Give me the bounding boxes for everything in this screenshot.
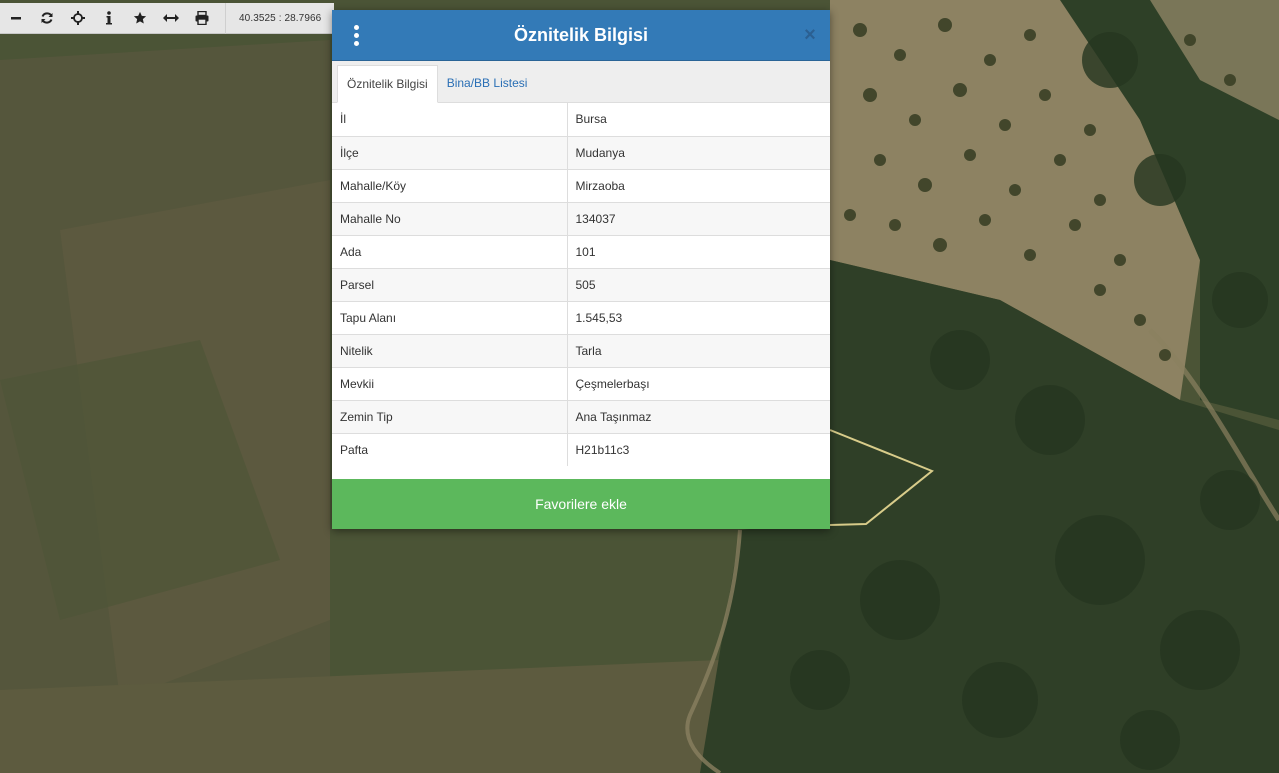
- table-row: Mahalle No 134037: [332, 201, 830, 235]
- row-key: İl: [332, 103, 568, 136]
- table-row: Tapu Alanı 1.545,53: [332, 300, 830, 334]
- row-key: Zemin Tip: [332, 399, 568, 433]
- add-to-favorites-button[interactable]: Favorilere ekle: [332, 479, 830, 529]
- refresh-button[interactable]: [31, 3, 62, 34]
- row-key: Parsel: [332, 267, 568, 301]
- table-row: İlçe Mudanya: [332, 135, 830, 169]
- measure-button[interactable]: [155, 3, 186, 34]
- row-value: 1.545,53: [567, 300, 830, 334]
- table-row: Nitelik Tarla: [332, 333, 830, 367]
- coordinate-readout: 40.3525 : 28.7966: [239, 12, 322, 24]
- attribute-dialog: Öznitelik Bilgisi × Öznitelik Bilgisi Bi…: [332, 10, 830, 529]
- dialog-header: Öznitelik Bilgisi ×: [332, 10, 830, 61]
- row-value: Ana Taşınmaz: [567, 399, 830, 433]
- row-value: Mirzaoba: [567, 168, 830, 202]
- row-value: Bursa: [575, 112, 607, 127]
- row-value: 505: [567, 267, 830, 301]
- row-key: Mevkii: [332, 366, 568, 400]
- dialog-title: Öznitelik Bilgisi: [513, 25, 649, 45]
- attribute-table: İl Bursa İlçe Mudanya Mahalle/Köy Mirzaoba …: [332, 103, 830, 466]
- table-row: Parsel 505: [332, 267, 830, 301]
- info-button[interactable]: [93, 3, 124, 34]
- row-value: Tarla: [567, 333, 830, 367]
- locate-button[interactable]: [62, 3, 93, 34]
- map-toolbar: 40.3525 : 28.7966: [0, 2, 334, 34]
- crosshair-icon: [70, 11, 85, 25]
- row-value: Çeşmelerbaşı: [567, 366, 830, 400]
- row-key: Tapu Alanı: [332, 300, 568, 334]
- dialog-tabs: Öznitelik Bilgisi Bina/BB Listesi: [332, 61, 830, 103]
- minus-icon: [10, 17, 21, 20]
- zoom-out-button[interactable]: [0, 3, 31, 34]
- row-key: Pafta: [332, 432, 568, 466]
- info-icon: [105, 11, 112, 25]
- row-key: Ada: [332, 234, 568, 268]
- row-key: Mahalle No: [332, 201, 568, 235]
- close-button[interactable]: ×: [802, 24, 818, 46]
- table-row: Mevkii Çeşmelerbaşı: [332, 366, 830, 400]
- row-value: H21b11c3: [567, 432, 830, 466]
- row-value: 134037: [567, 201, 830, 235]
- refresh-icon: [41, 12, 52, 24]
- row-value: 101: [567, 234, 830, 268]
- print-button[interactable]: [186, 3, 217, 34]
- star-icon: [133, 11, 146, 24]
- row-value: Mudanya: [567, 135, 830, 169]
- table-row: İl Bursa: [332, 103, 830, 136]
- row-key: Mahalle/Köy: [332, 168, 568, 202]
- print-icon: [195, 11, 208, 25]
- table-row: Mahalle/Köy Mirzaoba: [332, 168, 830, 202]
- favorites-button[interactable]: [124, 3, 155, 34]
- table-row: Ada 101: [332, 234, 830, 268]
- tab-building-list[interactable]: Bina/BB Listesi: [438, 65, 537, 102]
- tab-attribute-info[interactable]: Öznitelik Bilgisi: [337, 65, 438, 103]
- table-row: Zemin Tip Ana Taşınmaz: [332, 399, 830, 433]
- row-key: Nitelik: [332, 333, 568, 367]
- row-key: İlçe: [332, 135, 568, 169]
- measure-icon: [162, 14, 179, 22]
- table-row: Pafta H21b11c3: [332, 432, 830, 466]
